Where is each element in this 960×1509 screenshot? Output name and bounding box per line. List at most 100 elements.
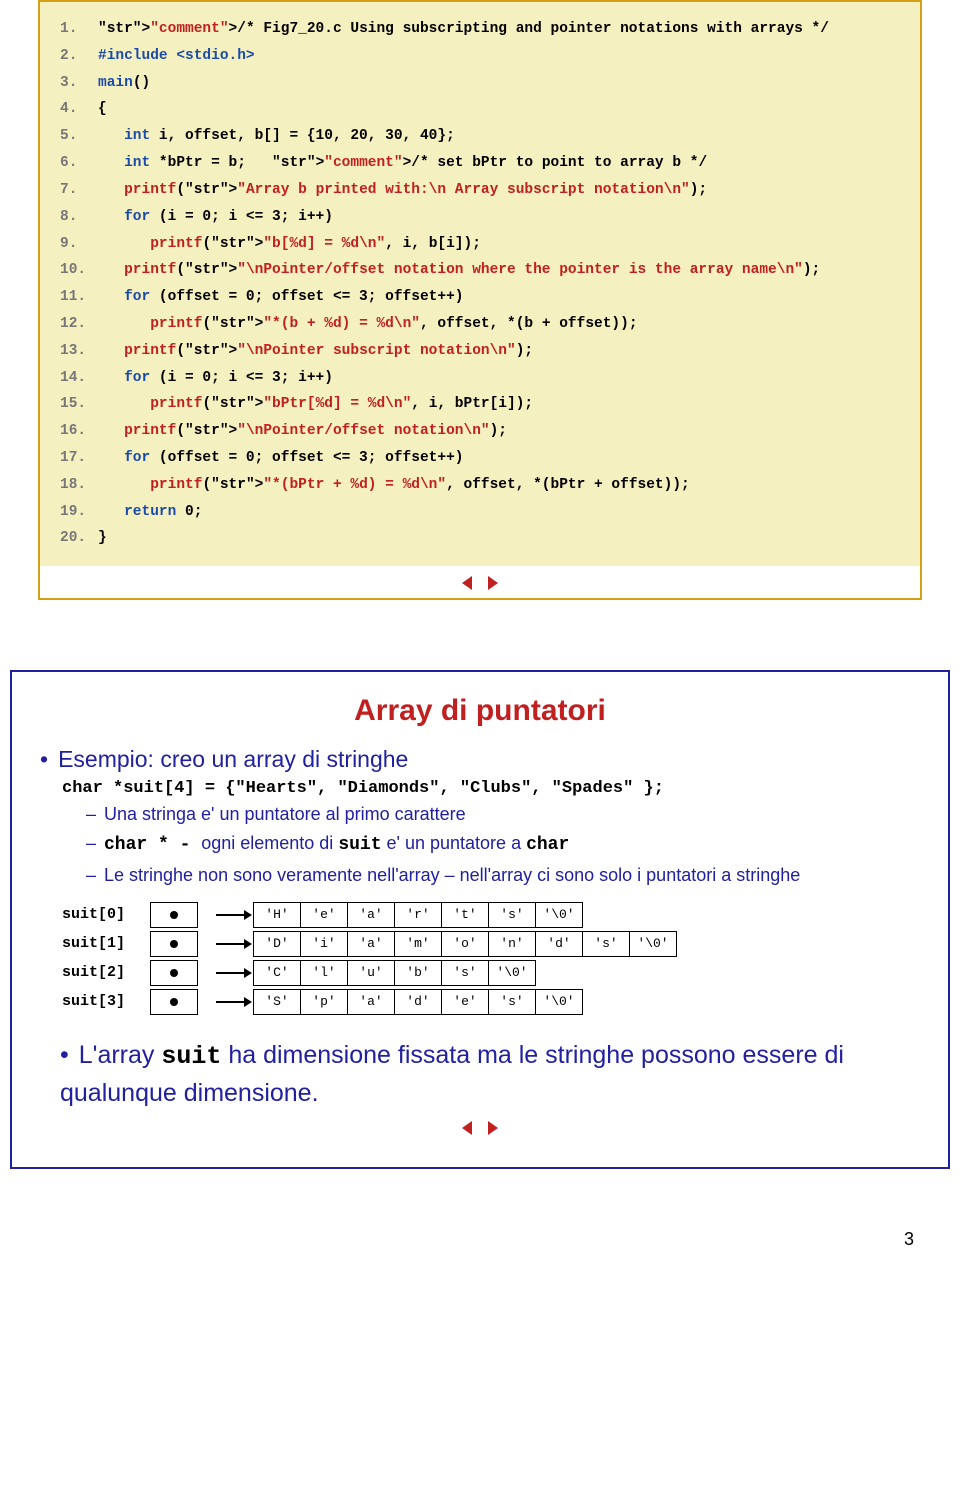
triangle-left-icon bbox=[462, 576, 472, 590]
dot-icon bbox=[170, 998, 178, 1006]
code-line: 2.#include <stdio.h> bbox=[60, 43, 900, 70]
pointer-box bbox=[150, 931, 198, 957]
char-cell: 'u' bbox=[347, 960, 395, 986]
code-line: 3.main() bbox=[60, 70, 900, 97]
char-cells: 'D''i''a''m''o''n''d''s''\0' bbox=[254, 931, 677, 957]
code-line: 10. printf("str">"\nPointer/offset notat… bbox=[60, 257, 900, 284]
char-cell: 'l' bbox=[300, 960, 348, 986]
sub-bullet-2: –char * - ogni elemento di suit e' un pu… bbox=[86, 831, 920, 858]
code-line: 14. for (i = 0; i <= 3; i++) bbox=[60, 365, 900, 392]
page-number: 3 bbox=[0, 1229, 914, 1250]
text-frag: L'array bbox=[79, 1041, 162, 1069]
char-cell: 's' bbox=[488, 902, 536, 928]
arrow-icon bbox=[216, 943, 250, 945]
dot-icon bbox=[170, 969, 178, 977]
sub-text: Le stringhe non sono veramente nell'arra… bbox=[104, 865, 800, 885]
arrow-icon bbox=[216, 1001, 250, 1003]
code-frag: char bbox=[526, 835, 569, 855]
code-line: 4.{ bbox=[60, 96, 900, 123]
nav-bar bbox=[40, 566, 920, 598]
char-cell: '\0' bbox=[488, 960, 536, 986]
row-label: suit[2] bbox=[62, 964, 150, 981]
pointer-box bbox=[150, 902, 198, 928]
char-cell: 'n' bbox=[488, 931, 536, 957]
code-line: 20.} bbox=[60, 525, 900, 552]
code-line: 17. for (offset = 0; offset <= 3; offset… bbox=[60, 445, 900, 472]
code-line: 19. return 0; bbox=[60, 499, 900, 526]
pointer-box bbox=[150, 989, 198, 1015]
dot-icon bbox=[170, 911, 178, 919]
row-label: suit[3] bbox=[62, 993, 150, 1010]
char-cell: 't' bbox=[441, 902, 489, 928]
code-line: 12. printf("str">"*(b + %d) = %d\n", off… bbox=[60, 311, 900, 338]
code-line: 11. for (offset = 0; offset <= 3; offset… bbox=[60, 284, 900, 311]
char-cells: 'C''l''u''b''s''\0' bbox=[254, 960, 536, 986]
code-frag: char * - bbox=[104, 835, 201, 855]
char-cell: 'a' bbox=[347, 931, 395, 957]
char-cell: 'e' bbox=[300, 902, 348, 928]
code-line: 8. for (i = 0; i <= 3; i++) bbox=[60, 204, 900, 231]
text-frag: ogni elemento di bbox=[201, 833, 338, 853]
diagram-row: suit[0] 'H''e''a''r''t''s''\0' bbox=[62, 902, 920, 928]
dot-icon bbox=[170, 940, 178, 948]
code-line: 13. printf("str">"\nPointer subscript no… bbox=[60, 338, 900, 365]
bullet-esempio: •Esempio: creo un array di stringhe bbox=[40, 746, 920, 773]
char-cell: '\0' bbox=[535, 989, 583, 1015]
nav-bar bbox=[40, 1111, 920, 1143]
sub-bullet-1: –Una stringa e' un puntatore al primo ca… bbox=[86, 802, 920, 827]
char-cell: 'e' bbox=[441, 989, 489, 1015]
char-cells: 'S''p''a''d''e''s''\0' bbox=[254, 989, 583, 1015]
code-line: 16. printf("str">"\nPointer/offset notat… bbox=[60, 418, 900, 445]
memory-diagram: suit[0]'H''e''a''r''t''s''\0'suit[1]'D''… bbox=[62, 902, 920, 1015]
char-cell: 'd' bbox=[535, 931, 583, 957]
char-cell: 'd' bbox=[394, 989, 442, 1015]
sub-bullet-3: –Le stringhe non sono veramente nell'arr… bbox=[86, 863, 920, 888]
char-cell: 'a' bbox=[347, 902, 395, 928]
code-line: 18. printf("str">"*(bPtr + %d) = %d\n", … bbox=[60, 472, 900, 499]
code-line: 15. printf("str">"bPtr[%d] = %d\n", i, b… bbox=[60, 391, 900, 418]
arrow-icon bbox=[216, 972, 250, 974]
code-line: 9. printf("str">"b[%d] = %d\n", i, b[i])… bbox=[60, 231, 900, 258]
slide-title: Array di puntatori bbox=[40, 694, 920, 728]
char-cell: 'S' bbox=[253, 989, 301, 1015]
char-cells: 'H''e''a''r''t''s''\0' bbox=[254, 902, 583, 928]
char-cell: 'b' bbox=[394, 960, 442, 986]
next-button[interactable] bbox=[484, 1121, 502, 1135]
char-cell: 's' bbox=[582, 931, 630, 957]
arrow-icon bbox=[216, 914, 250, 916]
code-frag: suit bbox=[338, 835, 381, 855]
code-line: 6. int *bPtr = b; "str">"comment">/* set… bbox=[60, 150, 900, 177]
code-frag: suit bbox=[161, 1042, 221, 1071]
char-cell: 'i' bbox=[300, 931, 348, 957]
triangle-right-icon bbox=[488, 576, 498, 590]
bullet-text: Esempio: creo un array di stringhe bbox=[58, 746, 408, 772]
char-cell: 'H' bbox=[253, 902, 301, 928]
slide-array-di-puntatori: Array di puntatori •Esempio: creo un arr… bbox=[10, 670, 950, 1169]
prev-button[interactable] bbox=[458, 1121, 476, 1135]
char-cell: 's' bbox=[488, 989, 536, 1015]
char-cell: 'D' bbox=[253, 931, 301, 957]
code-line: 7. printf("str">"Array b printed with:\n… bbox=[60, 177, 900, 204]
sub-text: Una stringa e' un puntatore al primo car… bbox=[104, 804, 466, 824]
prev-button[interactable] bbox=[458, 576, 476, 590]
triangle-right-icon bbox=[488, 1121, 498, 1135]
char-cell: 'C' bbox=[253, 960, 301, 986]
bullet-conclusion: •L'array suit ha dimensione fissata ma l… bbox=[60, 1037, 904, 1112]
row-label: suit[0] bbox=[62, 906, 150, 923]
diagram-row: suit[3] 'S''p''a''d''e''s''\0' bbox=[62, 989, 920, 1015]
slide-code: 1."str">"comment">/* Fig7_20.c Using sub… bbox=[38, 0, 922, 600]
code-line: 1."str">"comment">/* Fig7_20.c Using sub… bbox=[60, 16, 900, 43]
char-cell: 'a' bbox=[347, 989, 395, 1015]
diagram-row: suit[2] 'C''l''u''b''s''\0' bbox=[62, 960, 920, 986]
char-cell: 'r' bbox=[394, 902, 442, 928]
code-block: 1."str">"comment">/* Fig7_20.c Using sub… bbox=[40, 2, 920, 566]
row-label: suit[1] bbox=[62, 935, 150, 952]
next-button[interactable] bbox=[484, 576, 502, 590]
code-line: 5. int i, offset, b[] = {10, 20, 30, 40}… bbox=[60, 123, 900, 150]
char-cell: '\0' bbox=[535, 902, 583, 928]
char-cell: 'p' bbox=[300, 989, 348, 1015]
char-cell: 'm' bbox=[394, 931, 442, 957]
char-cell: '\0' bbox=[629, 931, 677, 957]
diagram-row: suit[1] 'D''i''a''m''o''n''d''s''\0' bbox=[62, 931, 920, 957]
text-frag: e' un puntatore a bbox=[382, 833, 527, 853]
